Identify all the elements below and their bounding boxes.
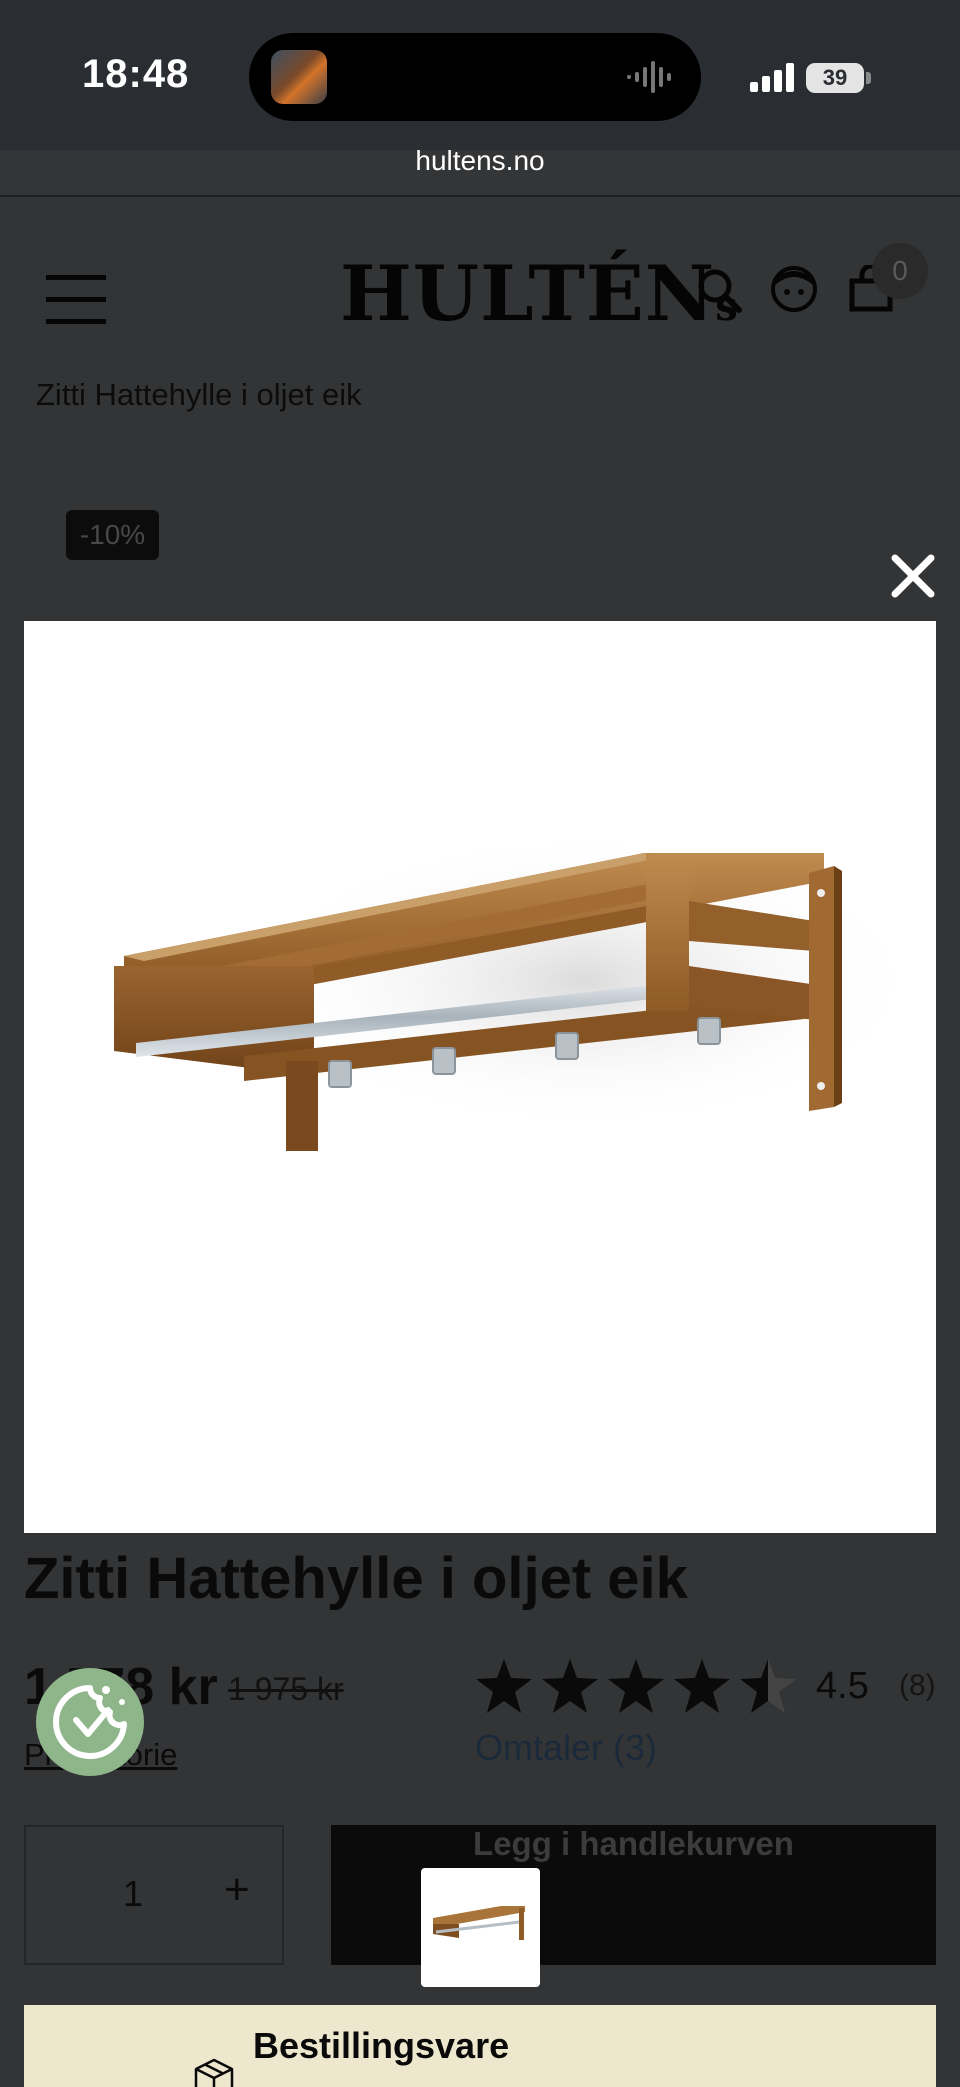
rating-stars[interactable]	[474, 1657, 798, 1717]
logo-text: HULTÉN	[340, 249, 716, 338]
product-title: Zitti Hattehylle i oljet eik	[24, 1546, 688, 1611]
dynamic-island[interactable]	[249, 33, 701, 121]
product-old-price: 1 975 kr	[228, 1671, 344, 1707]
cookie-consent-button[interactable]	[36, 1668, 144, 1776]
address-bar-url[interactable]: hultens.no	[0, 145, 960, 177]
search-icon[interactable]	[696, 267, 742, 313]
star-icon	[674, 1659, 730, 1713]
star-icon	[608, 1659, 664, 1713]
quantity-value[interactable]: 1	[123, 1873, 143, 1915]
status-time: 18:48	[82, 52, 190, 96]
audio-wave-icon	[627, 61, 671, 93]
cellular-signal-icon	[750, 63, 794, 92]
cart-count-badge[interactable]: 0	[872, 243, 928, 299]
box-icon	[194, 2058, 234, 2087]
rating-count: (8)	[899, 1669, 936, 1702]
battery-indicator: 39	[806, 63, 864, 93]
quantity-plus-button[interactable]: +	[224, 1865, 250, 1915]
rating-value: 4.5	[816, 1665, 869, 1707]
star-icon	[740, 1659, 796, 1713]
reviews-link[interactable]: Omtaler (3)	[475, 1727, 657, 1769]
hamburger-icon[interactable]	[46, 275, 106, 324]
add-to-cart-label: Legg i handlekurven	[473, 1825, 794, 1862]
site-logo[interactable]: HULTÉNs	[340, 249, 739, 338]
star-icon	[542, 1659, 598, 1713]
status-bar: 18:48 39 hultens.no	[0, 0, 960, 197]
close-icon[interactable]	[888, 551, 938, 601]
breadcrumb[interactable]: Zitti Hattehylle i oljet eik	[36, 377, 362, 413]
hat-shelf-illustration	[114, 831, 924, 1151]
battery-nub	[866, 72, 871, 84]
product-image-large[interactable]	[24, 621, 936, 1533]
discount-badge: -10%	[66, 510, 159, 560]
thumbnail-shelf	[433, 1906, 525, 1940]
account-icon[interactable]	[770, 265, 818, 313]
now-playing-artwork	[271, 50, 327, 104]
order-banner-title: Bestillingsvare	[253, 2025, 510, 2066]
star-icon	[476, 1659, 532, 1713]
thumbnail-image[interactable]	[421, 1868, 540, 1987]
cookie-icon	[53, 1685, 127, 1759]
